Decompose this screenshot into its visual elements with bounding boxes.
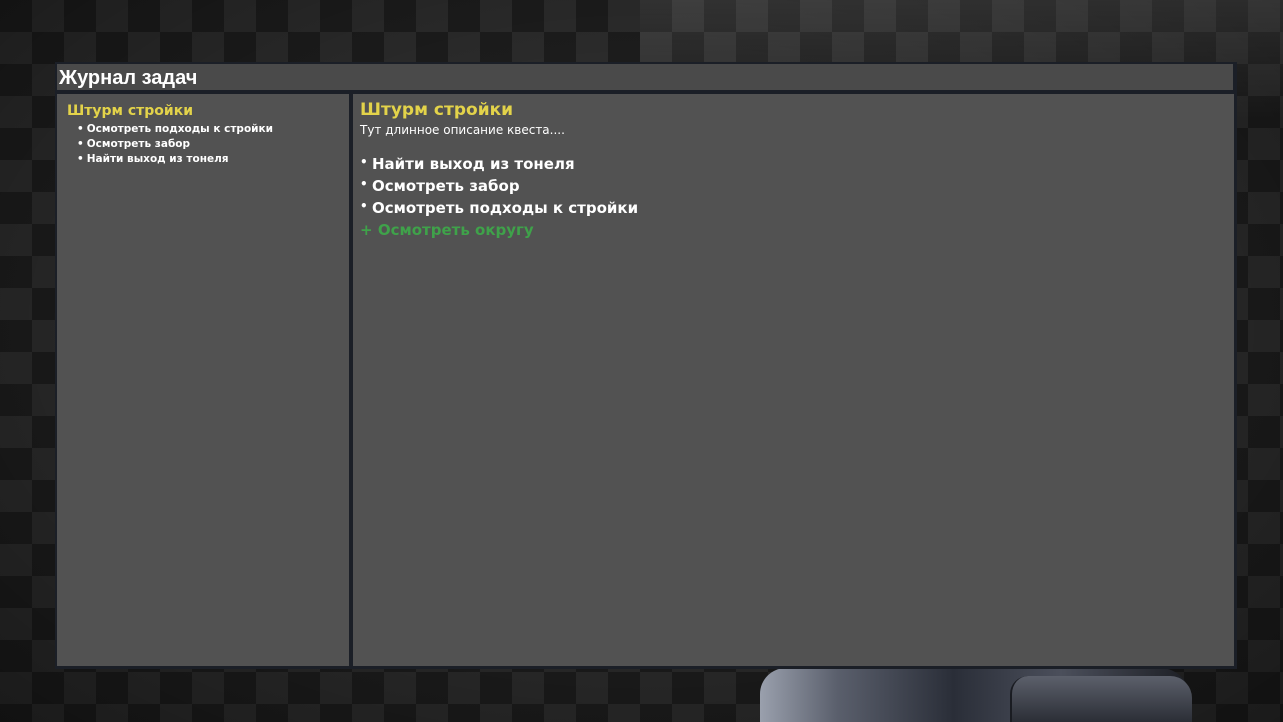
bullet-icon: • bbox=[360, 199, 368, 213]
quest-journal-window: Журнал задач Штурм стройки • Осмотреть по… bbox=[55, 62, 1237, 669]
quest-list-objectives: • Осмотреть подходы к стройки • Осмотреть … bbox=[77, 122, 273, 167]
quest-list-objective: • Найти выход из тонеля bbox=[77, 152, 273, 167]
journal-title-bar: Журнал задач bbox=[57, 64, 1233, 90]
bullet-icon: • bbox=[360, 155, 368, 169]
objective-label: Осмотреть забор bbox=[86, 138, 191, 150]
quest-list-panel: Штурм стройки • Осмотреть подходы к строй… bbox=[57, 94, 349, 666]
quest-description: Тут длинное описание квеста.... bbox=[360, 123, 565, 137]
objective-label: Осмотреть округу bbox=[377, 221, 534, 239]
quest-detail-objectives: • Найти выход из тонеля • Осмотреть забор … bbox=[360, 153, 638, 241]
objective-label: Осмотреть подходы к стройки bbox=[372, 199, 639, 217]
journal-title: Журнал задач bbox=[59, 67, 198, 89]
objective-label: Осмотреть подходы к стройки bbox=[86, 123, 273, 135]
quest-list-item-title[interactable]: Штурм стройки bbox=[67, 103, 193, 119]
quest-objective: • Найти выход из тонеля bbox=[360, 153, 638, 175]
bullet-icon: • bbox=[77, 138, 84, 150]
new-objective: + Осмотреть округу bbox=[360, 219, 638, 241]
quest-objective: • Осмотреть забор bbox=[360, 175, 638, 197]
quest-list-objective: • Осмотреть забор bbox=[77, 137, 273, 152]
bullet-icon: • bbox=[77, 153, 84, 165]
quest-detail-title: Штурм стройки bbox=[360, 100, 514, 120]
objective-label: Найти выход из тонеля bbox=[86, 153, 229, 165]
bullet-icon: • bbox=[77, 123, 84, 135]
objective-label: Найти выход из тонеля bbox=[372, 155, 575, 173]
quest-details-panel: Штурм стройки Тут длинное описание квест… bbox=[353, 94, 1234, 666]
bullet-icon: • bbox=[360, 177, 368, 191]
quest-objective: • Осмотреть подходы к стройки bbox=[360, 197, 638, 219]
quest-list-objective: • Осмотреть подходы к стройки bbox=[77, 122, 273, 137]
objective-label: Осмотреть забор bbox=[372, 177, 520, 195]
plus-icon: + bbox=[360, 221, 373, 239]
weapon-barrel bbox=[1010, 676, 1192, 722]
